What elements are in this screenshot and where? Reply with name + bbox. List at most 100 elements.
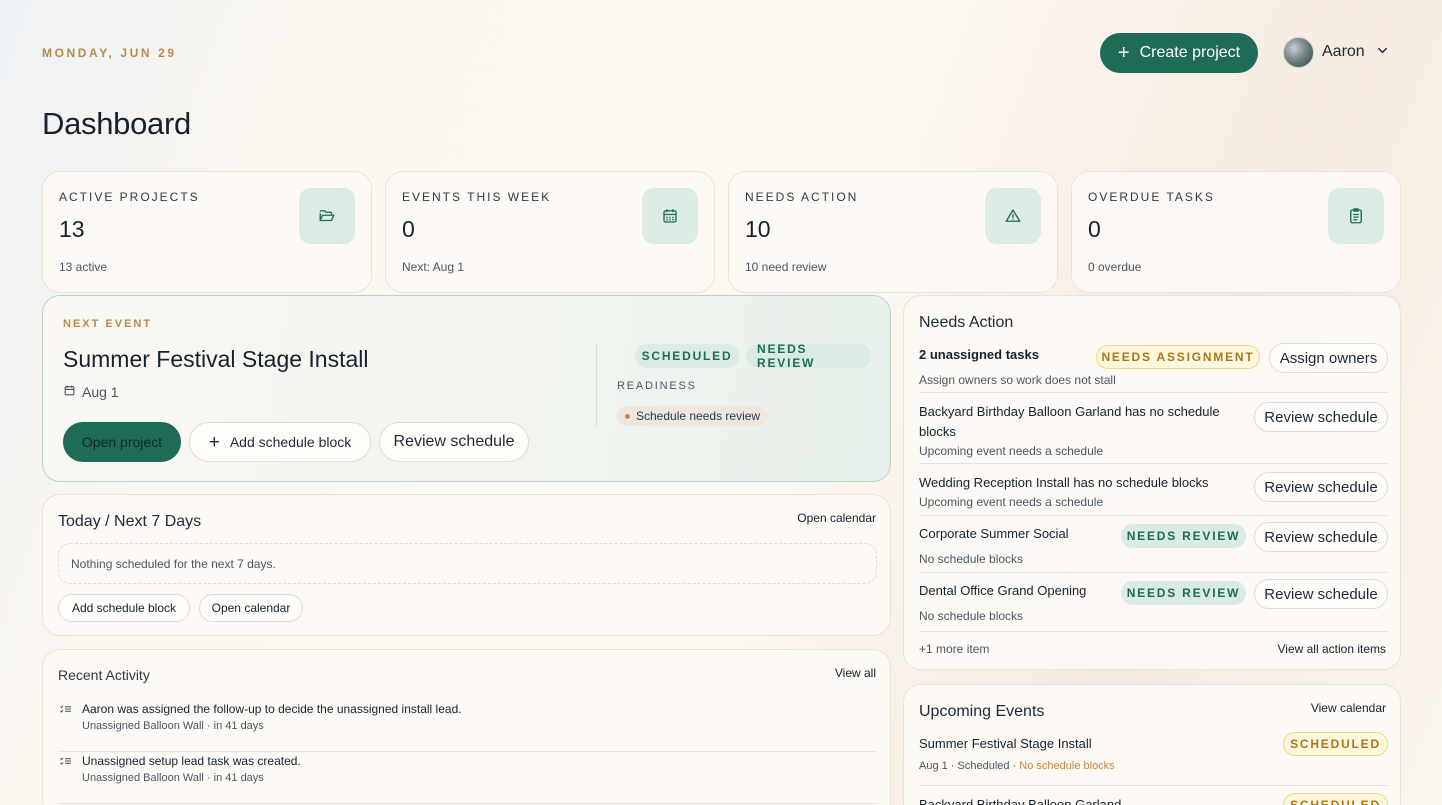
calendar-icon [642,188,698,244]
list-item[interactable]: Summer Festival Stage Install Aug 1 · Sc… [919,732,1388,786]
stat-value: 0 [1088,216,1101,242]
list-item: 2 unassigned tasks Assign owners so work… [919,343,1388,393]
activity-text: Unassigned setup lead task was created. [82,754,301,768]
review-schedule-button[interactable]: Review schedule [1254,402,1388,432]
action-title: 2 unassigned tasks [919,347,1039,362]
create-project-label: Create project [1139,44,1241,61]
status-badge-needs-review: NEEDS REVIEW [1121,581,1246,605]
stat-sub: Next: Aug 1 [402,260,465,274]
next-event-eyebrow: NEXT EVENT [63,318,153,330]
stat-value: 10 [745,216,771,242]
review-schedule-button[interactable]: Review schedule [1254,522,1388,552]
action-title: Dental Office Grand Opening [919,583,1087,598]
readiness-chip-text: Schedule needs review [636,409,761,423]
divider [596,344,597,426]
review-schedule-button[interactable]: Review schedule [1254,579,1388,609]
stat-label: ACTIVE PROJECTS [59,190,200,204]
user-menu[interactable]: Aaron [1283,36,1388,68]
stat-label: NEEDS ACTION [745,190,859,204]
calendar-icon [63,384,76,400]
readiness-chip: Schedule needs review [617,406,769,426]
clipboard-icon [1328,188,1384,244]
list-item[interactable]: Unassigned setup lead task was created. … [58,752,877,804]
current-date: MONDAY, JUN 29 [42,46,177,60]
event-meta-text: Aug 1 · Scheduled · [919,760,1020,772]
list-item: Corporate Summer Social No schedule bloc… [919,522,1388,573]
stat-sub: 10 need review [745,260,827,274]
assign-owners-button[interactable]: Assign owners [1269,343,1388,373]
upcoming-events-title: Upcoming Events [919,703,1045,720]
activity-meta: Unassigned Balloon Wall · in 41 days [82,772,264,784]
status-badge-needs-review: NEEDS REVIEW [746,342,871,370]
stat-card-overdue-tasks[interactable]: OVERDUE TASKS 0 0 overdue [1071,171,1401,293]
create-project-button[interactable]: + Create project [1100,33,1258,73]
stat-card-events-this-week[interactable]: EVENTS THIS WEEK 0 Next: Aug 1 [385,171,715,293]
stat-label: OVERDUE TASKS [1088,190,1215,204]
chevron-down-icon [1377,45,1388,59]
plus-icon: + [1117,42,1130,64]
folder-open-icon [299,188,355,244]
action-sub: Upcoming event needs a schedule [919,495,1104,509]
event-title: Backyard Birthday Balloon Garland [919,797,1122,805]
list-check-icon [60,705,71,717]
list-check-icon [60,757,71,769]
event-meta: Aug 1 · Scheduled · No schedule blocks [919,760,1115,772]
more-items-count: +1 more item [919,642,990,656]
status-dot-icon [625,413,630,419]
add-schedule-block-button[interactable]: + Add schedule block [189,422,371,462]
empty-state: Nothing scheduled for the next 7 days. [58,543,877,584]
list-item[interactable]: Backyard Birthday Balloon Garland SCHEDU… [919,793,1388,805]
avatar [1283,36,1314,68]
list-item: Wedding Reception Install has no schedul… [919,472,1388,516]
list-item: Backyard Birthday Balloon Garland has no… [919,402,1388,464]
open-calendar-button[interactable]: Open calendar [199,594,303,622]
stat-value: 13 [59,216,85,242]
recent-activity-title: Recent Activity [58,667,150,683]
activity-text: Aaron was assigned the follow-up to deci… [82,702,462,716]
today-title: Today / Next 7 Days [58,513,202,530]
view-all-activity-link[interactable]: View all [835,666,876,680]
action-title: Wedding Reception Install has no schedul… [919,475,1209,490]
list-item: Dental Office Grand Opening No schedule … [919,579,1388,632]
status-badge-scheduled: SCHEDULED [1283,793,1388,805]
stat-card-active-projects[interactable]: ACTIVE PROJECTS 13 13 active [42,171,372,293]
view-calendar-link[interactable]: View calendar [1311,701,1386,715]
next-event-name: Summer Festival Stage Install [63,346,369,372]
action-sub: Upcoming event needs a schedule [919,444,1104,458]
page-title: Dashboard [42,106,191,141]
open-project-button[interactable]: Open project [63,422,181,462]
stat-label: EVENTS THIS WEEK [402,190,552,204]
activity-meta: Unassigned Balloon Wall · in 41 days [82,720,264,732]
next-event-card: NEXT EVENT Summer Festival Stage Install… [42,295,891,482]
upcoming-events-card: Upcoming Events View calendar Summer Fes… [903,684,1401,805]
plus-icon: + [208,431,220,453]
action-title: Backyard Birthday Balloon Garland has no… [919,404,1220,439]
readiness-label: READINESS [617,380,697,392]
event-title: Summer Festival Stage Install [919,736,1092,751]
view-all-action-items-link[interactable]: View all action items [1278,642,1387,656]
status-badge-scheduled: SCHEDULED [1283,732,1388,756]
warning-icon [985,188,1041,244]
stat-sub: 0 overdue [1088,260,1142,274]
status-badge-needs-assignment: NEEDS ASSIGNMENT [1096,345,1260,369]
recent-activity-card: Recent Activity View all Aaron was assig… [42,649,891,805]
open-calendar-link[interactable]: Open calendar [797,511,876,525]
action-title: Corporate Summer Social [919,526,1069,541]
stat-value: 0 [402,216,415,242]
status-badge-needs-review: NEEDS REVIEW [1121,524,1246,548]
action-sub: No schedule blocks [919,609,1024,623]
dashboard-page: MONDAY, JUN 29 Dashboard + Create projec… [0,0,1442,805]
action-sub: Assign owners so work does not stall [919,373,1116,387]
needs-action-card: Needs Action 2 unassigned tasks Assign o… [903,295,1401,670]
event-warning: No schedule blocks [1019,760,1115,772]
add-schedule-block-button[interactable]: Add schedule block [58,594,190,622]
user-name: Aaron [1322,43,1365,60]
list-item[interactable]: Aaron was assigned the follow-up to deci… [58,700,877,752]
stat-sub: 13 active [59,260,108,274]
review-schedule-button[interactable]: Review schedule [1254,472,1388,502]
review-schedule-button[interactable]: Review schedule [379,422,529,462]
status-badge-scheduled: SCHEDULED [635,344,739,368]
stat-card-needs-action[interactable]: NEEDS ACTION 10 10 need review [728,171,1058,293]
next-event-date: Aug 1 [63,384,119,400]
add-schedule-block-label: Add schedule block [229,434,352,450]
